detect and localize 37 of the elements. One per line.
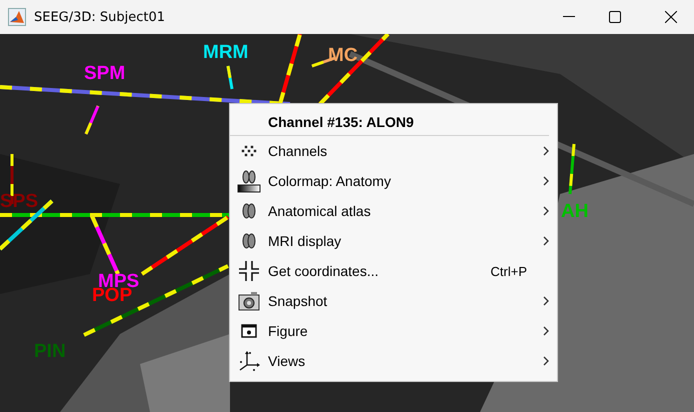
menu-header: Channel #135: ALON9	[230, 104, 549, 136]
electrode-label: AH	[561, 202, 588, 222]
electrode-label: PIN	[34, 342, 66, 362]
electrode-line	[568, 144, 576, 194]
colormap-icon	[237, 169, 261, 193]
maximize-icon	[609, 11, 621, 23]
shortcut-text: Ctrl+P	[490, 264, 527, 278]
chevron-icon	[543, 146, 549, 156]
brain-icon	[242, 203, 256, 219]
electrode-label: MC	[328, 46, 358, 66]
chevron-icon	[543, 296, 549, 306]
menu-item[interactable]: MRI display	[230, 226, 557, 256]
window-icon	[241, 324, 257, 338]
menu-item[interactable]: Colormap: Anatomy	[230, 166, 557, 196]
dots-icon	[241, 145, 257, 157]
chevron-icon	[543, 236, 549, 246]
menu-item[interactable]: Get coordinates... Ctrl+P	[230, 256, 557, 286]
electrode-label: SPS	[0, 192, 38, 212]
crosshair-icon	[239, 261, 259, 281]
close-icon	[665, 11, 677, 23]
menu-item[interactable]: Figure	[230, 316, 557, 346]
brain-icon	[242, 233, 256, 249]
chevron-icon	[543, 176, 549, 186]
minimize-icon	[563, 16, 575, 18]
menu-item[interactable]: Anatomical atlas	[230, 196, 557, 226]
chevron-icon	[543, 206, 549, 216]
camera-icon	[238, 291, 260, 311]
electrode-label: SPM	[84, 64, 126, 84]
electrode-label: MRM	[203, 43, 248, 63]
menu-item[interactable]: Channels	[230, 136, 557, 166]
menu-item[interactable]: Snapshot	[230, 286, 557, 316]
menu-item[interactable]: Views	[230, 346, 557, 376]
chevron-icon	[543, 356, 549, 366]
axes-icon	[237, 350, 261, 372]
window-title: SEEG/3D: Subject01	[34, 10, 166, 24]
app-icon	[8, 8, 26, 26]
chevron-icon	[543, 326, 549, 336]
